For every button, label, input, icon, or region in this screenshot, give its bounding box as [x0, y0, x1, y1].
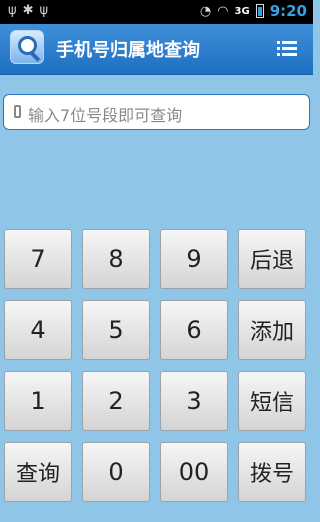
key-0[interactable]: 0 — [82, 442, 150, 502]
dial-button[interactable]: 拨号 — [238, 442, 306, 502]
key-9[interactable]: 9 — [160, 229, 228, 289]
key-8[interactable]: 8 — [82, 229, 150, 289]
query-button[interactable]: 查询 — [4, 442, 72, 502]
add-button[interactable]: 添加 — [238, 300, 306, 360]
key-1[interactable]: 1 — [4, 371, 72, 431]
key-3[interactable]: 3 — [160, 371, 228, 431]
key-7[interactable]: 7 — [4, 229, 72, 289]
sms-button[interactable]: 短信 — [238, 371, 306, 431]
key-00[interactable]: 00 — [160, 442, 228, 502]
key-4[interactable]: 4 — [4, 300, 72, 360]
key-6[interactable]: 6 — [160, 300, 228, 360]
keypad: 7 8 9 后退 4 5 6 添加 1 2 3 短信 查询 0 00 拨号 — [0, 0, 313, 522]
key-5[interactable]: 5 — [82, 300, 150, 360]
key-2[interactable]: 2 — [82, 371, 150, 431]
backspace-button[interactable]: 后退 — [238, 229, 306, 289]
